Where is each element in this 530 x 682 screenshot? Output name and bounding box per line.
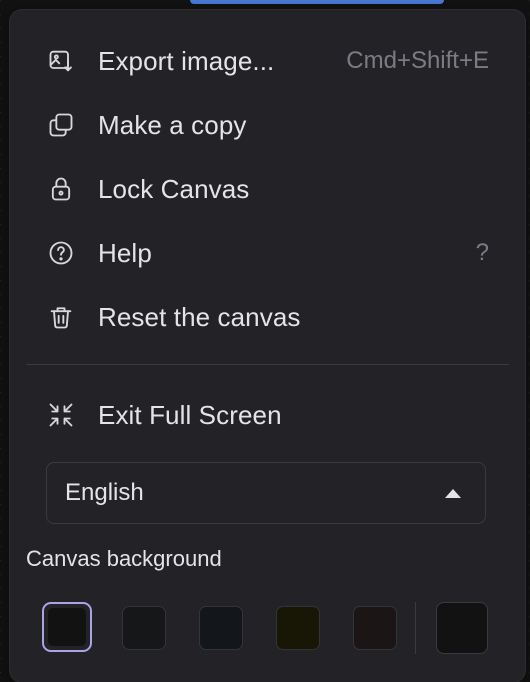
canvas-grid [0, 0, 2, 676]
menu-item-label: Make a copy [98, 109, 247, 140]
canvas-background-picker [42, 602, 502, 654]
menu-item-make-copy[interactable]: Make a copy [44, 101, 489, 149]
shortcut-hint: ? [475, 239, 489, 266]
shortcut-hint: Cmd+Shift+E [346, 47, 489, 74]
language-select[interactable]: English [46, 462, 486, 524]
color-swatch[interactable] [122, 606, 166, 650]
swatch-fill [48, 608, 86, 646]
menu-item-lock-canvas[interactable]: Lock Canvas [44, 165, 489, 213]
menu-item-label: Lock Canvas [98, 173, 250, 204]
trash-icon [46, 302, 76, 332]
menu-item-reset-canvas[interactable]: Reset the canvas [44, 293, 489, 341]
language-value: English [65, 479, 144, 506]
menu-item-label: Reset the canvas [98, 301, 301, 332]
menu-item-help[interactable]: Help ? [44, 229, 489, 277]
lock-icon [46, 174, 76, 204]
color-swatch[interactable] [276, 606, 320, 650]
custom-color-button[interactable] [436, 602, 488, 654]
color-swatch[interactable] [42, 602, 92, 652]
menu-item-label: Export image... [98, 45, 275, 76]
copy-icon [46, 110, 76, 140]
main-menu: Export image... Cmd+Shift+E Make a copy … [10, 10, 525, 682]
exit-fullscreen-icon [46, 400, 76, 430]
menu-item-exit-fullscreen[interactable]: Exit Full Screen [44, 391, 489, 439]
canvas-background-title: Canvas background [26, 546, 222, 571]
menu-item-label: Help [98, 237, 152, 268]
menu-divider [26, 364, 509, 365]
help-icon [46, 238, 76, 268]
menu-item-export-image[interactable]: Export image... Cmd+Shift+E [44, 37, 489, 85]
color-swatch[interactable] [353, 606, 397, 650]
export-image-icon [46, 46, 76, 76]
color-swatch[interactable] [199, 606, 243, 650]
menu-item-label: Exit Full Screen [98, 399, 282, 430]
caret-up-icon [445, 488, 461, 498]
swatch-divider [415, 602, 416, 654]
toolbar-accent [190, 0, 444, 4]
